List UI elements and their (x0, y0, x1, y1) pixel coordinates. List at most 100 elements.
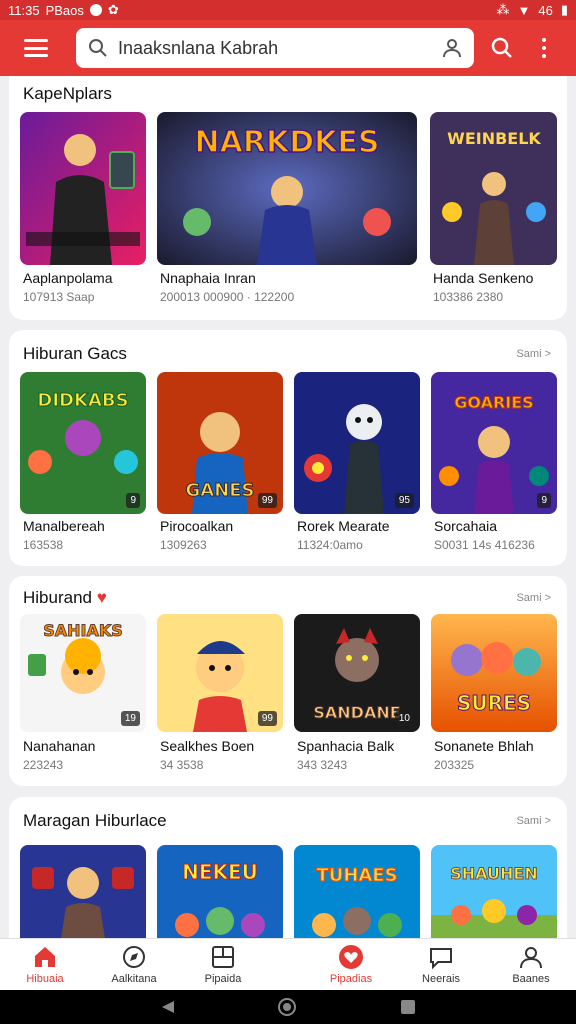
heart-icon (339, 945, 363, 969)
section-title: KapeNplars (23, 84, 112, 103)
thumbnail-logo-text: GOARIES (454, 393, 533, 412)
chat-icon (430, 948, 452, 970)
vibrate-icon: ⁂ (496, 2, 510, 17)
app-bar: Inaaksnlana Kabrah (0, 20, 576, 76)
status-app-name: PBaos (45, 2, 84, 18)
thumbnail-logo-text: DIDKABS (37, 390, 128, 411)
thumbnail-logo-text: NEKEU (182, 860, 258, 884)
section-hiburan-gacs: Hiburan Gacs Sami > DIDKABS 9 Manalberea… (9, 330, 567, 566)
settings-status-icon: ✿ (107, 2, 119, 17)
rating-badge: 19 (120, 711, 140, 726)
game-tile[interactable]: GOARIES 9 Sorcahaia S0031 14s 416236 (431, 372, 557, 557)
nav-label: Aalkitana (111, 973, 157, 985)
rating-badge: 99 (257, 711, 277, 726)
game-thumbnail: SAHIAKS 19 (20, 614, 146, 732)
rating-badge: 99 (257, 493, 277, 508)
main-content: KapeNplars Aaplanpolama 107913 Saap NARK… (0, 76, 576, 938)
game-tile[interactable]: 95 Rorek Mearate 11324:0amo (294, 372, 420, 557)
tablet-icon (212, 946, 234, 968)
game-title: Sorcahaia (434, 518, 498, 534)
featured-tile[interactable]: WEINBELK Handa Senkeno 103386 2380 (430, 112, 557, 312)
game-meta: 1309263 (160, 538, 207, 552)
battery-icon: ▮ (560, 2, 568, 17)
account-icon[interactable] (442, 38, 462, 58)
game-tile[interactable]: SHAUHEN (431, 845, 557, 938)
thumbnail-logo-text: NARKDKES (195, 125, 380, 160)
menu-icon[interactable] (24, 39, 48, 57)
home-button-icon[interactable] (278, 998, 296, 1016)
rating-badge: 95 (394, 493, 414, 508)
status-time: 11:35 (8, 2, 40, 18)
game-tile[interactable]: SAHIAKS 19 Nanahanan 223243 (20, 614, 146, 782)
nav-label: Pipaida (204, 973, 242, 985)
game-thumbnail: NEKEU (157, 845, 283, 938)
game-title: Aaplanpolama (23, 270, 113, 286)
section-title: Hiburand ♥ (23, 588, 107, 608)
section-title-text: Hiburand (23, 588, 92, 607)
nav-label: Baanes (512, 973, 550, 985)
search-input[interactable]: Inaaksnlana Kabrah (118, 38, 442, 59)
game-title: Sealkhes Boen (160, 738, 255, 754)
game-thumbnail: SHAUHEN (431, 845, 557, 938)
thumbnail-logo-text: SAHIAKS (43, 621, 123, 640)
game-thumbnail: 99 (157, 614, 283, 732)
game-title: Nanahanan (23, 738, 96, 754)
game-thumbnail: TUHAES (294, 845, 420, 938)
nav-item-explore[interactable]: Aalkitana (89, 939, 179, 991)
search-bar[interactable]: Inaaksnlana Kabrah (76, 28, 474, 68)
more-options-icon[interactable] (538, 36, 550, 60)
rating-badge: 10 (394, 711, 414, 726)
thumbnail-logo-text: SURES (457, 691, 531, 715)
nav-label: Pipadias (329, 973, 373, 985)
game-meta: 223243 (23, 758, 64, 772)
home-icon (35, 947, 55, 967)
game-thumbnail: SANDANE 10 (294, 614, 420, 732)
game-title: Pirocoalkan (160, 518, 234, 534)
heart-icon: ♥ (96, 588, 107, 607)
game-tile[interactable] (20, 845, 146, 938)
rating-badge: 9 (126, 493, 140, 508)
featured-tile[interactable]: NARKDKES Nnaphaia Inran 200013 000900 · … (157, 112, 417, 312)
nav-item-profile[interactable]: Baanes (486, 939, 576, 991)
game-thumbnail: NARKDKES (157, 112, 417, 265)
game-title: Nnaphaia Inran (160, 270, 256, 286)
game-tile[interactable]: SANDANE 10 Spanhacia Balk 343 3243 (294, 614, 420, 782)
thumbnail-logo-text: GANES (185, 480, 254, 501)
game-tile[interactable]: TUHAES (294, 845, 420, 938)
game-tile[interactable]: DIDKABS 9 Manalbereah 163538 (20, 372, 146, 557)
nav-item-home[interactable]: Hibuaia (0, 939, 90, 991)
game-tile[interactable]: 99 Sealkhes Boen 34 3538 (157, 614, 283, 782)
game-tile[interactable]: NEKEU (157, 845, 283, 938)
game-meta: 34 3538 (160, 758, 204, 772)
nav-item-tablet[interactable]: Pipaida (178, 939, 268, 991)
search-button-icon[interactable] (490, 36, 514, 60)
thumbnail-logo-text: SANDANE (313, 703, 400, 722)
status-bar: 11:35 PBaos ✿ ⁂ ▼ 46 ▮ (0, 0, 576, 20)
nav-item-messages[interactable]: Neerais (396, 939, 486, 991)
recents-icon[interactable] (400, 999, 416, 1015)
profile-icon (520, 947, 542, 969)
game-title: Spanhacia Balk (297, 738, 395, 754)
signal-label: 46 (538, 2, 553, 18)
nav-item-favorites[interactable]: Pipadias (306, 939, 396, 991)
game-thumbnail (20, 845, 146, 938)
section-featured: KapeNplars Aaplanpolama 107913 Saap NARK… (9, 76, 567, 320)
search-icon (89, 39, 107, 57)
game-tile[interactable]: SURES Sonanete Bhlah 203325 (431, 614, 557, 782)
game-thumbnail: 95 (294, 372, 420, 514)
game-thumbnail: GOARIES 9 (431, 372, 557, 514)
game-tile[interactable]: GANES 99 Pirocoalkan 1309263 (157, 372, 283, 557)
explore-icon (123, 946, 145, 968)
see-more-link[interactable]: Sami > (516, 348, 551, 360)
featured-tile[interactable]: Aaplanpolama 107913 Saap (20, 112, 146, 312)
game-title: Handa Senkeno (433, 270, 534, 286)
system-navigation-bar (0, 990, 576, 1024)
game-meta: 103386 2380 (433, 290, 504, 304)
thumbnail-logo-text: WEINBELK (447, 129, 541, 148)
thumbnail-logo-text: TUHAES (316, 865, 397, 886)
game-thumbnail (20, 112, 146, 265)
back-icon[interactable] (160, 999, 176, 1015)
see-more-link[interactable]: Sami > (516, 815, 551, 827)
game-thumbnail: SURES (431, 614, 557, 732)
see-more-link[interactable]: Sami > (516, 592, 551, 604)
